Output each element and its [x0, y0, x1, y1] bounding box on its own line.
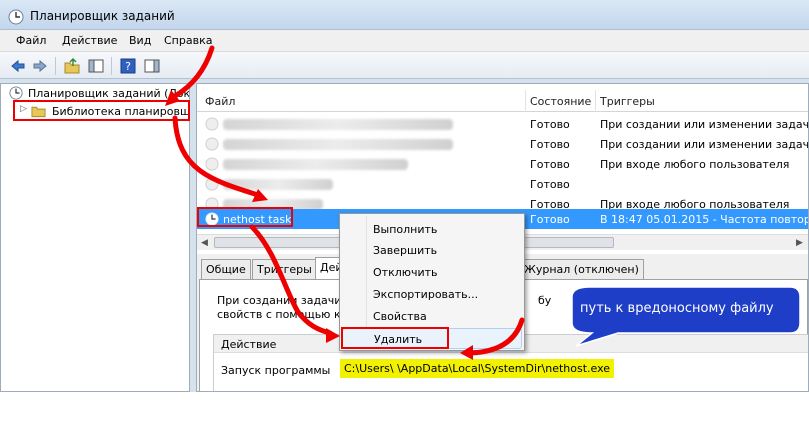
callout-text: путь к вредоносному файлу — [580, 301, 774, 316]
arrow-to-library — [172, 45, 215, 99]
callout-bubble — [571, 286, 801, 347]
arrow-head — [326, 328, 340, 343]
arrow-to-path — [467, 317, 525, 356]
arrow-to-delete — [249, 224, 333, 336]
arrow-to-task — [172, 115, 261, 198]
arrow-head — [460, 345, 473, 360]
annotation-arrows — [165, 45, 801, 360]
